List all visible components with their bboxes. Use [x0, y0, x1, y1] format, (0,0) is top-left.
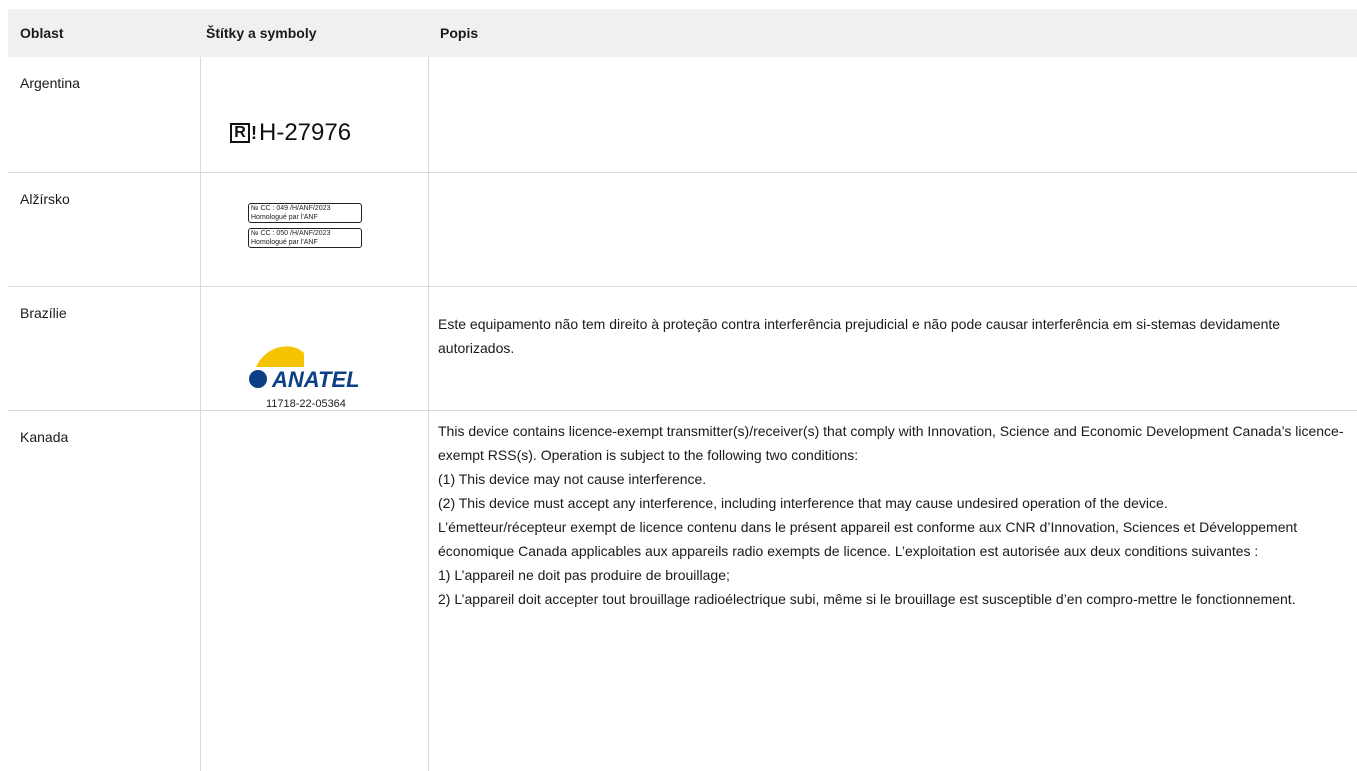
compliance-table: Oblast Štítky a symboly Popis Argentina … — [8, 9, 1357, 771]
table-row-argentina: Argentina R ! H-27976 — [8, 57, 1357, 173]
anatel-number: 11718-22-05364 — [266, 398, 346, 410]
algeria-approval-label: № CC : 050 /H/ANF/2023 Homologué par l'A… — [248, 228, 362, 248]
anatel-logo-text: ANATEL — [271, 367, 360, 392]
argentina-registration-label: R ! H-27976 — [230, 119, 351, 147]
table-row-brazil: Brazílie ANATEL 11718-22-05364 Este equi… — [8, 287, 1357, 411]
description-cell: Este equipamento não tem direito à prote… — [438, 316, 1281, 356]
registered-r-icon: R — [230, 123, 250, 143]
header-labels: Štítky a symboly — [206, 25, 317, 41]
region-cell: Argentina — [20, 75, 80, 91]
table-header: Oblast Štítky a symboly Popis — [8, 9, 1357, 57]
region-cell: Alžírsko — [20, 191, 70, 207]
table-row-canada: Kanada This device contains licence-exem… — [8, 411, 1357, 771]
header-region: Oblast — [20, 25, 64, 41]
region-cell: Brazílie — [20, 305, 67, 321]
anatel-logo-icon: ANATEL — [249, 346, 360, 392]
description-cell: This device contains licence-exempt tran… — [438, 423, 1344, 607]
algeria-approval-label: № CC : 049 /H/ANF/2023 Homologué par l'A… — [248, 203, 362, 223]
table-row-algeria: Alžírsko № CC : 049 /H/ANF/2023 Homologu… — [8, 173, 1357, 287]
argentina-number: H-27976 — [259, 119, 352, 146]
header-description: Popis — [440, 25, 479, 41]
region-cell: Kanada — [20, 429, 69, 445]
